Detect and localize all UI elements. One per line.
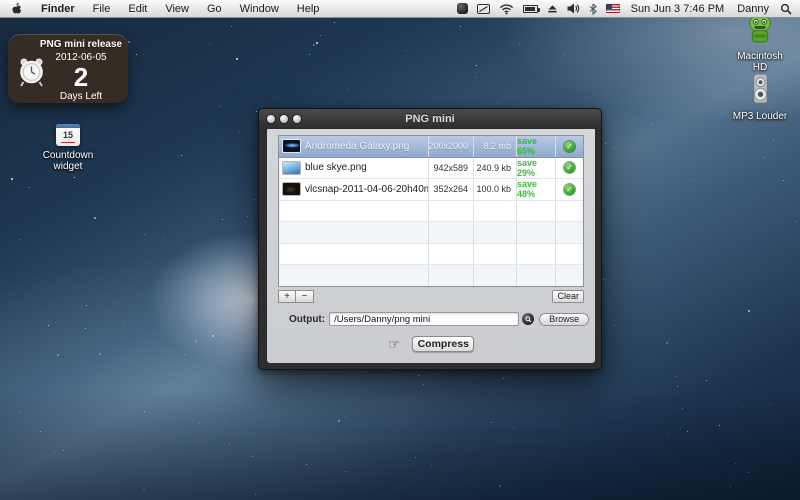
icon-label: HD	[724, 62, 796, 73]
menu-go[interactable]: Go	[198, 0, 231, 18]
minimize-button[interactable]	[280, 115, 288, 123]
empty-table-row	[279, 222, 583, 244]
desktop-icon-mp3-louder[interactable]: MP3 Louder	[724, 73, 796, 122]
desktop-icon-countdown-widget[interactable]: 15 Countdown widget	[18, 124, 118, 172]
menu-finder[interactable]: Finder	[32, 0, 84, 18]
icon-label: widget	[18, 161, 118, 172]
check-icon[interactable]: ✓	[564, 141, 575, 152]
app-extra-icon[interactable]	[457, 2, 468, 16]
remove-file-button[interactable]: −	[296, 290, 314, 303]
apple-logo-icon	[10, 2, 23, 16]
bluetooth-icon[interactable]	[589, 2, 597, 16]
check-icon[interactable]: ✓	[564, 162, 575, 173]
galaxy-thumbnail	[283, 140, 300, 152]
file-size: 100.0 kb	[476, 184, 511, 194]
file-dimensions: 942x589	[433, 163, 468, 173]
wifi-icon[interactable]	[499, 2, 514, 16]
window-titlebar[interactable]: PNG mini	[259, 109, 601, 129]
menubar: Finder File Edit View Go Window Help	[0, 0, 800, 18]
file-name: blue skye.png	[305, 162, 367, 173]
compress-row: ☞ Compress	[267, 335, 595, 353]
empty-table-row	[279, 265, 583, 286]
save-percent: save 65%	[517, 136, 555, 156]
dark-thumbnail	[283, 183, 300, 195]
browse-button[interactable]: Browse	[539, 313, 589, 326]
menu-file[interactable]: File	[84, 0, 120, 18]
file-name: Andromeda Galaxy.png	[305, 141, 409, 152]
file-dimensions: 352x264	[433, 184, 468, 194]
menu-view[interactable]: View	[156, 0, 198, 18]
menubar-clock[interactable]: Sun Jun 3 7:46 PM	[629, 3, 727, 15]
table-row-andromeda[interactable]: Andromeda Galaxy.png 3200x2000 8.2 mb sa…	[279, 136, 583, 158]
speaker-icon	[749, 73, 772, 104]
window-title: PNG mini	[405, 113, 455, 125]
widget-days-value: 2	[38, 64, 124, 90]
file-size: 8.2 mb	[483, 141, 511, 151]
us-flag-input-icon[interactable]	[606, 2, 620, 16]
table-row-blue-skye[interactable]: blue skye.png 942x589 240.9 kb save 29% …	[279, 158, 583, 180]
file-name: vlcsnap-2011-04-06-20h40m36s165.png	[305, 184, 429, 195]
volume-icon[interactable]	[567, 2, 580, 16]
save-percent: save 29%	[517, 158, 555, 178]
empty-table-row	[279, 244, 583, 266]
empty-table-row	[279, 201, 583, 223]
eject-icon[interactable]	[547, 2, 558, 16]
save-percent: save 48%	[517, 179, 555, 199]
menu-window[interactable]: Window	[231, 0, 288, 18]
file-dimensions: 3200x2000	[429, 141, 468, 151]
menu-edit[interactable]: Edit	[119, 0, 156, 18]
sky-thumbnail	[283, 162, 300, 174]
add-file-button[interactable]: +	[278, 290, 296, 303]
zoom-button[interactable]	[293, 115, 301, 123]
apple-menu[interactable]	[0, 2, 32, 16]
user-menu[interactable]: Danny	[735, 3, 771, 15]
countdown-widget: PNG mini release 2012-06-05 2 Days Left	[8, 34, 128, 103]
icon-label: MP3 Louder	[724, 111, 796, 122]
calendar-icon: 15	[56, 124, 80, 146]
pointing-hand-icon: ☞	[388, 336, 401, 352]
battery-icon[interactable]	[523, 2, 538, 16]
file-size: 240.9 kb	[476, 163, 511, 173]
add-remove-buttons: + −	[278, 290, 314, 303]
icon-label: Macintosh	[724, 51, 796, 62]
widget-days-label: Days Left	[38, 91, 124, 102]
window-content: Andromeda Galaxy.png 3200x2000 8.2 mb sa…	[267, 129, 595, 363]
png-mini-window: PNG mini Andromeda Galaxy.png 3200x2000 …	[258, 108, 602, 370]
reveal-in-finder-button[interactable]	[522, 313, 534, 325]
output-label: Output:	[289, 314, 325, 325]
menu-help[interactable]: Help	[288, 0, 329, 18]
display-menu-icon[interactable]	[477, 2, 490, 16]
close-button[interactable]	[267, 115, 275, 123]
check-icon[interactable]: ✓	[564, 184, 575, 195]
output-row: Output: Browse	[267, 311, 595, 327]
compress-button[interactable]: Compress	[412, 336, 474, 352]
file-list-table: Andromeda Galaxy.png 3200x2000 8.2 mb sa…	[278, 135, 584, 287]
clear-button[interactable]: Clear	[552, 290, 584, 303]
output-path-input[interactable]	[329, 312, 519, 326]
desktop-icon-macintosh-hd[interactable]: Macintosh HD	[724, 11, 796, 73]
widget-title: PNG mini release	[38, 39, 124, 50]
table-row-vlcsnap[interactable]: vlcsnap-2011-04-06-20h40m36s165.png 352x…	[279, 179, 583, 201]
spotlight-search-icon[interactable]	[780, 2, 792, 16]
icon-label: Countdown	[18, 150, 118, 161]
